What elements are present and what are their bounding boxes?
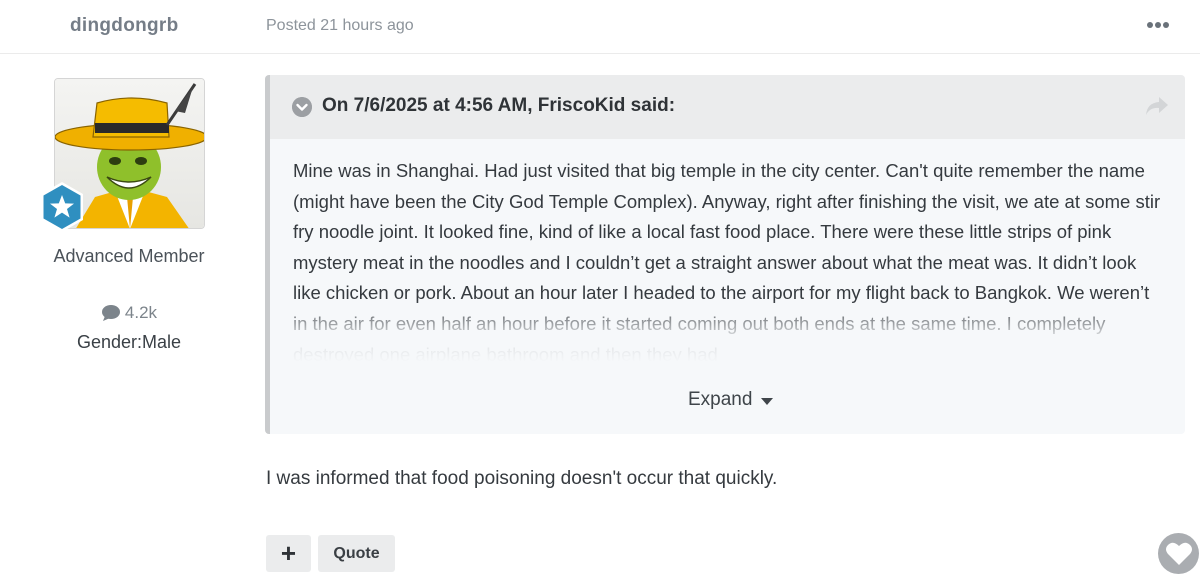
heart-icon [1165,542,1192,565]
chevron-down-icon[interactable] [292,97,312,117]
share-icon[interactable] [1144,95,1170,117]
reaction-button[interactable] [1158,533,1199,574]
quote-header: On 7/6/2025 at 4:56 AM, FriscoKid said: [270,75,1185,139]
add-quote-button[interactable]: + [266,535,311,572]
member-title: Advanced Member [53,246,205,266]
expand-label: Expand [688,389,753,410]
more-horizontal-icon[interactable] [1147,22,1169,30]
quote-citation: On 7/6/2025 at 4:56 AM, FriscoKid said: [322,95,676,116]
star-badge-icon [41,182,83,232]
quote-button[interactable]: Quote [318,535,395,572]
post-body: I was informed that food poisoning doesn… [266,468,778,489]
post-count[interactable]: 4.2k [0,303,258,323]
comment-icon [101,305,120,321]
caret-down-icon [761,397,774,405]
quote-block: On 7/6/2025 at 4:56 AM, FriscoKid said: … [265,75,1185,434]
gender-field: Gender:Male [76,332,182,352]
quote-text: Mine was in Shanghai. Had just visited t… [293,160,1161,362]
post-header: dingdongrb Posted 21 hours ago [0,0,1200,54]
post-timestamp[interactable]: Posted 21 hours ago [266,17,414,35]
author-name[interactable]: dingdongrb [70,15,179,37]
expand-button[interactable]: Expand [688,389,774,411]
post-count-value: 4.2k [124,303,158,322]
